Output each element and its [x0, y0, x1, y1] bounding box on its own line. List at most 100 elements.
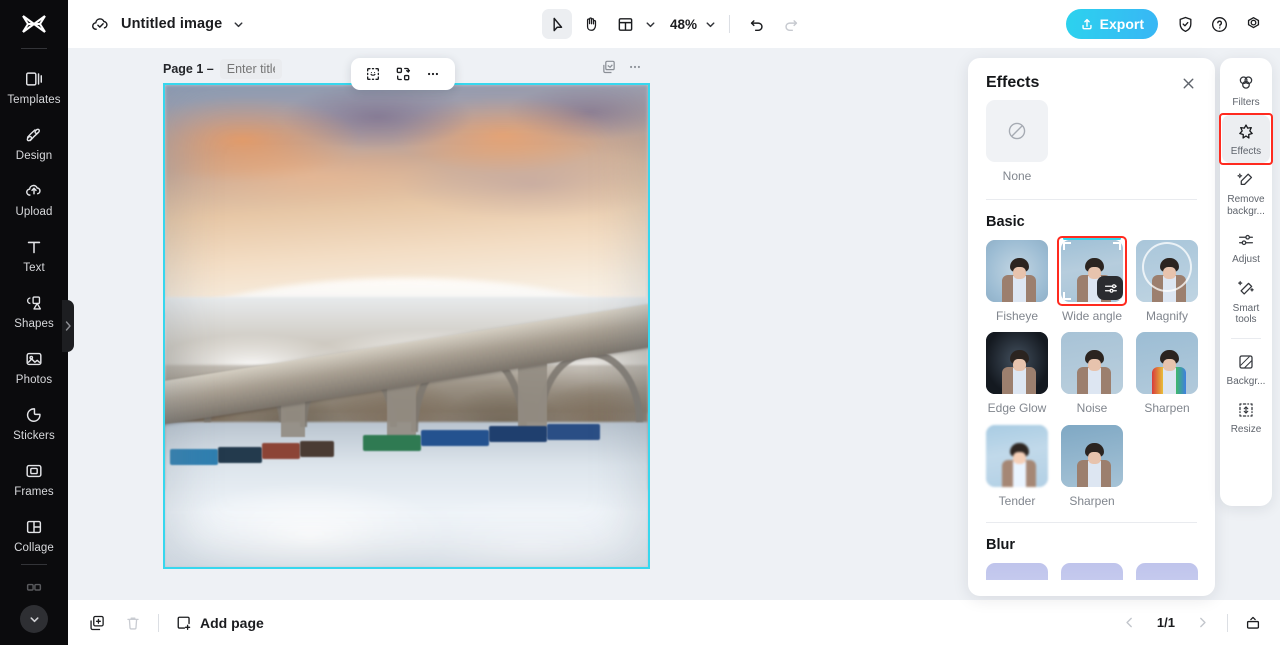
duplicate-page-button[interactable]	[82, 608, 112, 638]
sidebar-item-templates[interactable]: Templates	[0, 59, 68, 115]
panel-divider-2	[986, 522, 1197, 524]
sidebar-item-stickers[interactable]: Stickers	[0, 395, 68, 451]
effect-thumbnail	[1061, 424, 1123, 487]
replace-swap-icon[interactable]	[389, 61, 417, 87]
rail-item-resize[interactable]: Resize	[1222, 393, 1270, 442]
page-count: 1/1	[1156, 615, 1175, 630]
chevron-down-icon[interactable]	[232, 18, 245, 31]
effect-thumbnail[interactable]	[1061, 563, 1123, 580]
design-icon	[23, 124, 45, 146]
effect-tile-sharpen-2[interactable]: Sharpen	[1061, 424, 1123, 508]
effect-label: Magnify	[1145, 309, 1189, 323]
sidebar-item-design[interactable]: Design	[0, 115, 68, 171]
sidebar-item-more[interactable]	[0, 575, 68, 605]
sidebar-item-label: Shapes	[14, 317, 54, 330]
undo-button[interactable]	[742, 9, 772, 39]
sidebar-item-text[interactable]: Text	[0, 227, 68, 283]
rail-item-effects[interactable]: Effects	[1219, 112, 1273, 165]
page-label: Page 1 –	[163, 62, 214, 76]
photo-train-car	[488, 426, 547, 443]
effect-label: Fisheye	[995, 309, 1039, 323]
sidebar-item-photos[interactable]: Photos	[0, 339, 68, 395]
photo-train-car	[169, 448, 219, 465]
capcut-logo-icon[interactable]	[0, 0, 68, 48]
effect-tile-wide-angle[interactable]: Wide angle	[1057, 236, 1127, 323]
rail-item-filters[interactable]: Filters	[1222, 66, 1270, 115]
zoom-chevron-down-icon[interactable]	[704, 18, 717, 31]
prev-page-button[interactable]	[1115, 608, 1145, 638]
redo-button[interactable]	[776, 9, 806, 39]
effect-thumbnail[interactable]	[1136, 563, 1198, 580]
effect-thumbnail	[986, 240, 1048, 302]
add-page-button[interactable]: Add page	[169, 610, 270, 636]
effects-grid-blur	[986, 563, 1198, 580]
rail-item-adjust[interactable]: Adjust	[1222, 223, 1270, 272]
effect-tile-noise[interactable]: Noise	[1061, 332, 1123, 415]
rail-item-remove-background[interactable]: Remove backgr...	[1222, 163, 1270, 223]
adjust-sliders-icon	[1236, 230, 1256, 250]
photo-train-car	[546, 424, 600, 441]
rail-item-label: Remove backgr...	[1227, 194, 1265, 217]
page-menu-ellipsis-icon[interactable]	[627, 59, 643, 75]
rail-item-label: Resize	[1230, 424, 1262, 435]
effect-label: Noise	[1076, 401, 1108, 416]
rail-item-label: Filters	[1232, 97, 1260, 108]
rail-item-smart-tools[interactable]: Smart tools	[1222, 272, 1270, 332]
effects-panel-body[interactable]: None Basic Fisheye Wide angle Magnify Ed…	[968, 100, 1215, 580]
canvas-image-selection[interactable]	[163, 83, 650, 569]
gear-icon[interactable]	[1238, 9, 1268, 39]
effect-tile-tender[interactable]: Tender	[986, 424, 1048, 508]
sidebar-bottom	[0, 564, 68, 645]
upload-cloud-icon	[23, 180, 45, 202]
effect-none-label: None	[1002, 169, 1032, 183]
zoom-level-value[interactable]: 48%	[667, 17, 700, 32]
hand-tool-button[interactable]	[576, 9, 606, 39]
image-float-toolbar	[351, 58, 455, 90]
effect-tile-fisheye[interactable]: Fisheye	[986, 240, 1048, 323]
page-title-input[interactable]	[219, 59, 282, 79]
selection-corner	[1063, 292, 1071, 300]
panel-divider	[986, 199, 1197, 200]
sidebar-item-label: Frames	[14, 485, 54, 498]
ellipsis-icon[interactable]	[419, 61, 447, 87]
sidebar-item-collage[interactable]: Collage	[0, 507, 68, 563]
crop-select-icon[interactable]	[359, 61, 387, 87]
templates-icon	[23, 68, 45, 90]
add-page-label: Add page	[200, 614, 264, 631]
bottom-bar-right: 1/1	[1115, 608, 1268, 638]
select-tool-button[interactable]	[541, 9, 572, 39]
question-circle-icon[interactable]	[1204, 9, 1234, 39]
effect-thumbnail[interactable]	[986, 563, 1048, 580]
sidebar-item-frames[interactable]: Frames	[0, 451, 68, 507]
document-title[interactable]: Untitled image	[121, 16, 222, 32]
canvas-photo[interactable]	[165, 85, 648, 567]
rail-item-background[interactable]: Backgr...	[1222, 345, 1270, 394]
effect-none-option[interactable]: None	[986, 100, 1048, 183]
present-button[interactable]	[1238, 608, 1268, 638]
sidebar-item-upload[interactable]: Upload	[0, 171, 68, 227]
background-icon	[1236, 352, 1256, 372]
layout-chevron-down-icon[interactable]	[644, 18, 663, 31]
delete-page-button[interactable]	[118, 608, 148, 638]
adjust-sliders-icon[interactable]	[1097, 276, 1123, 300]
close-icon[interactable]	[1180, 75, 1197, 92]
selected-accent-bar	[1063, 237, 1121, 240]
sidebar-expand-handle[interactable]	[62, 300, 74, 352]
bottom-right-divider	[1227, 613, 1228, 632]
next-page-button[interactable]	[1187, 608, 1217, 638]
effect-tile-edge-glow[interactable]: Edge Glow	[986, 332, 1048, 415]
layout-tool-button[interactable]	[610, 9, 640, 39]
sidebar-collapse-button[interactable]	[20, 605, 48, 633]
shield-check-icon[interactable]	[1170, 9, 1200, 39]
bottom-divider	[158, 613, 159, 632]
export-button[interactable]: Export	[1065, 9, 1158, 39]
cloud-saved-icon[interactable]	[90, 14, 111, 35]
effect-tile-magnify[interactable]: Magnify	[1136, 240, 1198, 323]
page-actions	[601, 59, 643, 75]
sidebar-item-shapes[interactable]: Shapes	[0, 283, 68, 339]
effect-tile-sharpen[interactable]: Sharpen	[1136, 332, 1198, 415]
effect-thumbnail	[986, 424, 1048, 487]
effect-label: Wide angle	[1061, 309, 1123, 323]
bottom-bar-left: Add page	[68, 608, 270, 638]
duplicate-page-icon[interactable]	[601, 59, 617, 75]
